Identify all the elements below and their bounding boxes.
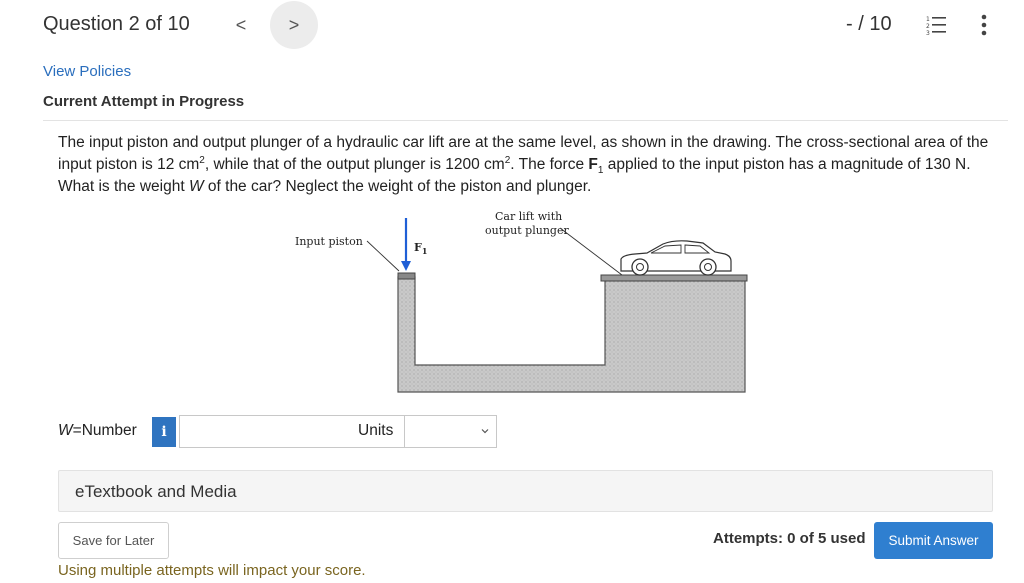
submit-answer-button[interactable]: Submit Answer [874, 522, 993, 559]
input-piston [397, 272, 416, 280]
view-policies-link[interactable]: View Policies [43, 63, 131, 80]
question-text-part: of the car? Neglect the weight of the pi… [203, 178, 592, 195]
number-label: =Number [72, 422, 137, 439]
force-arrow-head [401, 261, 411, 271]
answer-row: W=Number i Units [58, 415, 658, 448]
input-piston-label: Input piston [295, 235, 363, 248]
list-icon[interactable]: 1 2 3 [926, 14, 946, 36]
svg-text:1: 1 [926, 16, 930, 23]
units-select[interactable] [404, 415, 497, 448]
label-leader [366, 240, 400, 272]
question-counter: Question 2 of 10 [43, 13, 190, 35]
attempt-status: Current Attempt in Progress [43, 93, 245, 110]
etextbook-media-panel[interactable]: eTextbook and Media [58, 470, 993, 512]
divider [43, 120, 1008, 121]
svg-text:2: 2 [926, 23, 930, 30]
variable-label: W [58, 422, 73, 439]
hydraulic-lift-figure: F1 Input piston Car lift with output plu… [295, 210, 748, 393]
next-question-button[interactable]: > [270, 1, 318, 49]
car-drawing [620, 240, 732, 276]
attempts-warning: Using multiple attempts will impact your… [58, 562, 366, 579]
force-label: F1 [414, 241, 427, 256]
weight-symbol: W [188, 178, 204, 195]
previous-question-button[interactable]: < [225, 6, 257, 44]
car-lift-label-line2: output plunger [485, 224, 569, 237]
hydraulic-fluid [397, 276, 746, 393]
units-label: Units [358, 422, 394, 439]
question-text-part: . The force [510, 156, 589, 173]
car-lift-label-line1: Car lift with [495, 210, 562, 223]
top-bar: Question 2 of 10 < > - / 10 1 2 3 [0, 0, 1024, 52]
attempts-counter: Attempts: 0 of 5 used [713, 530, 866, 547]
question-text: The input piston and output plunger of a… [58, 132, 1003, 198]
score-display: - / 10 [846, 13, 892, 35]
label-leader [559, 227, 623, 276]
question-text-part: , while that of the output plunger is 12… [204, 156, 505, 173]
save-for-later-button[interactable]: Save for Later [58, 522, 169, 559]
svg-text:3: 3 [926, 30, 930, 36]
more-vertical-icon[interactable] [976, 12, 992, 38]
force-symbol: F [588, 156, 598, 173]
output-plunger [600, 274, 748, 282]
etextbook-media-label: eTextbook and Media [75, 482, 237, 501]
chevron-down-icon [481, 429, 489, 434]
answer-label: W=Number [58, 422, 137, 440]
info-button[interactable]: i [152, 417, 176, 447]
